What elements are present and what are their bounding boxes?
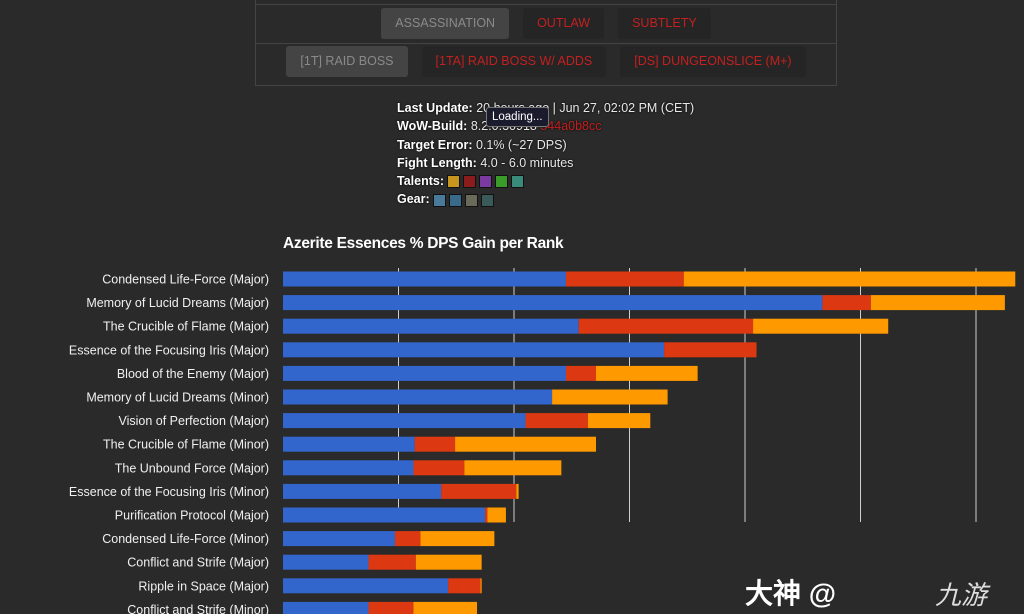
category-label: Conflict and Strife (Minor) [127, 603, 269, 614]
bar-segment-rank-3[interactable] [587, 413, 651, 429]
bar-segment-rank-3[interactable] [415, 554, 482, 570]
gear-icon[interactable] [449, 193, 463, 207]
bar-segment-rank-2[interactable] [368, 601, 414, 614]
talent-icon[interactable] [463, 175, 477, 189]
fight-length-value: 4.0 - 6.0 minutes [480, 155, 574, 170]
bar-segment-rank-2[interactable] [368, 554, 416, 570]
bar-segment-rank-2[interactable] [485, 507, 488, 523]
bar-segment-rank-2[interactable] [448, 578, 481, 594]
bar-segment-rank-1[interactable] [283, 389, 553, 405]
gear-icon[interactable] [433, 193, 447, 207]
category-label: Condensed Life-Force (Major) [102, 273, 269, 287]
bar-segment-rank-1[interactable] [283, 601, 369, 614]
bar-segment-rank-3[interactable] [596, 365, 698, 381]
fight-tabs: [1T] RAID BOSS [1TA] RAID BOSS W/ ADDS [… [256, 43, 836, 83]
chart-title: Azerite Essences % DPS Gain per Rank [283, 235, 564, 252]
bar-segment-rank-3[interactable] [480, 578, 482, 594]
bar-segment-rank-3[interactable] [464, 460, 562, 476]
bar-segment-rank-2[interactable] [413, 460, 465, 476]
essence-bar-chart: Condensed Life-Force (Major) Memory of Lu… [69, 268, 1016, 614]
category-label: Conflict and Strife (Major) [127, 556, 269, 570]
tab-raid-boss-adds[interactable]: [1TA] RAID BOSS W/ ADDS [421, 46, 607, 77]
bar-segment-rank-3[interactable] [753, 318, 889, 334]
bar-segment-rank-1[interactable] [283, 342, 665, 358]
category-label: Memory of Lucid Dreams (Minor) [86, 391, 269, 405]
spec-tabs: ASSASSINATION OUTLAW SUBTLETY [256, 4, 836, 44]
tab-dungeonslice[interactable]: [DS] DUNGEONSLICE (M+) [620, 46, 806, 77]
category-label: Ripple in Space (Major) [138, 579, 269, 593]
bar-segment-rank-1[interactable] [283, 483, 442, 499]
bar-segment-rank-1[interactable] [283, 460, 414, 476]
bar-segment-rank-2[interactable] [414, 436, 456, 452]
bar-segment-rank-1[interactable] [283, 365, 566, 381]
talent-icons [447, 175, 525, 189]
bar-segment-rank-1[interactable] [283, 413, 526, 429]
loading-tooltip: Loading... [486, 107, 549, 127]
bar-segment-rank-3[interactable] [683, 271, 1016, 287]
bar-segment-rank-2[interactable] [565, 365, 597, 381]
bar-segment-rank-1[interactable] [283, 295, 823, 311]
bar-segment-rank-1[interactable] [283, 554, 369, 570]
bar-segment-rank-3[interactable] [552, 389, 668, 405]
build-label: WoW-Build: [397, 119, 468, 134]
bar-segment-rank-2[interactable] [822, 295, 871, 311]
tab-raid-boss[interactable]: [1T] RAID BOSS [286, 46, 408, 77]
target-error-label: Target Error: [397, 137, 473, 152]
bar-segment-rank-2[interactable] [525, 413, 588, 429]
tab-assassination[interactable]: ASSASSINATION [381, 8, 510, 39]
category-label: Purification Protocol (Major) [115, 509, 269, 523]
bar-segment-rank-3[interactable] [870, 295, 1005, 311]
bar-segment-rank-1[interactable] [283, 436, 415, 452]
bar-segment-rank-1[interactable] [283, 318, 579, 334]
tab-outlaw[interactable]: OUTLAW [523, 8, 605, 39]
gear-icon[interactable] [465, 193, 479, 207]
tab-subtlety[interactable]: SUBTLETY [618, 8, 711, 39]
bar-segment-rank-2[interactable] [441, 483, 517, 499]
category-label: Vision of Perfection (Major) [118, 414, 269, 428]
category-label: Blood of the Enemy (Major) [117, 367, 269, 381]
category-label: The Crucible of Flame (Major) [103, 320, 269, 334]
category-label: The Crucible of Flame (Minor) [103, 438, 269, 452]
talent-icon[interactable] [495, 175, 509, 189]
last-update-label: Last Update: [397, 101, 473, 115]
talent-icon[interactable] [447, 175, 461, 189]
target-error-value: 0.1% (~27 DPS) [475, 137, 567, 152]
category-label: Memory of Lucid Dreams (Major) [86, 296, 269, 310]
category-label: The Unbound Force (Major) [115, 461, 269, 475]
bar-segment-rank-2[interactable] [395, 531, 421, 547]
selector-panel: ASSASSINATION OUTLAW SUBTLETY [1T] RAID … [255, 0, 837, 86]
talent-icon[interactable] [479, 175, 493, 189]
bar-segment-rank-3[interactable] [487, 507, 506, 523]
bar-segment-rank-1[interactable] [283, 507, 486, 523]
bar-segment-rank-1[interactable] [283, 271, 566, 287]
talents-label: Talents: [397, 174, 444, 189]
fight-length-label: Fight Length: [397, 155, 477, 170]
bar-segment-rank-1[interactable] [283, 531, 396, 547]
bar-segment-rank-1[interactable] [283, 578, 449, 594]
watermark-logo: 九游 [935, 580, 988, 610]
gear-label: Gear: [397, 192, 430, 207]
bar-segment-rank-2[interactable] [578, 318, 754, 334]
build-hash-link[interactable]: 544a0b8cc [540, 119, 601, 133]
gear-icons [433, 193, 495, 207]
talent-icon[interactable] [511, 175, 525, 189]
bar-segment-rank-3[interactable] [420, 531, 495, 547]
bar-segment-rank-2[interactable] [565, 271, 684, 287]
category-label: Condensed Life-Force (Minor) [102, 532, 269, 546]
bar-segment-rank-2[interactable] [664, 342, 757, 358]
category-label: Essence of the Focusing Iris (Minor) [69, 485, 269, 499]
watermark-text: 大神 @ [745, 578, 837, 609]
bar-segment-rank-3[interactable] [455, 436, 597, 452]
bar-segment-rank-3[interactable] [413, 601, 478, 614]
category-label: Essence of the Focusing Iris (Major) [69, 343, 269, 357]
bar-segment-rank-3[interactable] [516, 483, 519, 499]
gear-icon[interactable] [481, 193, 495, 207]
